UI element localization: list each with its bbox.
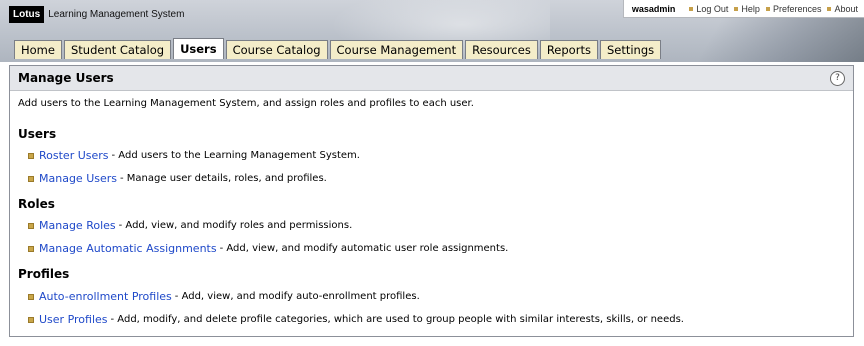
roster-users-link[interactable]: Roster Users bbox=[39, 149, 109, 162]
auto-enrollment-profiles-link[interactable]: Auto-enrollment Profiles bbox=[39, 290, 172, 303]
tab-course-catalog[interactable]: Course Catalog bbox=[225, 40, 328, 59]
list-item: Auto-enrollment Profiles - Add, view, an… bbox=[28, 290, 420, 303]
main-tabs: Home Student Catalog Users Course Catalo… bbox=[14, 38, 663, 59]
tab-settings[interactable]: Settings bbox=[599, 40, 662, 59]
item-description: - Add users to the Learning Management S… bbox=[111, 150, 360, 161]
intro-text: Add users to the Learning Management Sys… bbox=[18, 98, 474, 109]
preferences-link[interactable]: Preferences bbox=[765, 4, 821, 14]
bullet-icon bbox=[765, 6, 770, 11]
tab-home[interactable]: Home bbox=[14, 40, 62, 59]
username: wasadmin bbox=[631, 3, 676, 14]
section-heading-profiles: Profiles bbox=[18, 267, 70, 281]
list-item: Manage Automatic Assignments - Add, view… bbox=[28, 242, 508, 255]
tab-resources[interactable]: Resources bbox=[465, 40, 538, 59]
help-link[interactable]: Help bbox=[734, 4, 760, 14]
list-item: Manage Users - Manage user details, role… bbox=[28, 172, 327, 185]
section-heading-users: Users bbox=[18, 127, 57, 141]
bullet-icon bbox=[28, 293, 34, 300]
bullet-icon bbox=[734, 6, 739, 11]
manage-users-link[interactable]: Manage Users bbox=[39, 172, 117, 185]
panel-header: Manage Users ? bbox=[10, 66, 853, 91]
lotus-logo: Lotus bbox=[9, 5, 45, 23]
bullet-icon bbox=[28, 222, 34, 229]
bullet-icon bbox=[28, 175, 34, 182]
about-link[interactable]: About bbox=[827, 4, 858, 14]
bullet-icon bbox=[827, 6, 832, 11]
bullet-icon bbox=[28, 245, 34, 252]
bullet-icon bbox=[28, 316, 34, 323]
page-title: Manage Users bbox=[18, 71, 114, 85]
item-description: - Add, view, and modify roles and permis… bbox=[118, 220, 353, 231]
utility-bar: wasadmin Log Out Help Preferences About bbox=[622, 0, 864, 18]
app-name: Learning Management System bbox=[48, 8, 185, 20]
list-item: User Profiles - Add, modify, and delete … bbox=[28, 313, 684, 326]
help-icon[interactable]: ? bbox=[830, 70, 845, 86]
manage-roles-link[interactable]: Manage Roles bbox=[39, 219, 116, 232]
list-item: Roster Users - Add users to the Learning… bbox=[28, 149, 360, 162]
item-description: - Add, modify, and delete profile catego… bbox=[110, 314, 684, 325]
item-description: - Add, view, and modify automatic user r… bbox=[219, 243, 509, 254]
item-description: - Add, view, and modify auto-enrollment … bbox=[174, 291, 420, 302]
tab-users[interactable]: Users bbox=[173, 38, 224, 59]
bullet-icon bbox=[689, 6, 694, 11]
manage-automatic-assignments-link[interactable]: Manage Automatic Assignments bbox=[39, 242, 217, 255]
brand: Lotus Learning Management System bbox=[9, 5, 185, 23]
user-profiles-link[interactable]: User Profiles bbox=[39, 313, 108, 326]
logout-link[interactable]: Log Out bbox=[689, 4, 728, 14]
section-heading-roles: Roles bbox=[18, 197, 55, 211]
list-item: Manage Roles - Add, view, and modify rol… bbox=[28, 219, 352, 232]
bullet-icon bbox=[28, 152, 34, 159]
tab-reports[interactable]: Reports bbox=[539, 40, 598, 59]
item-description: - Manage user details, roles, and profil… bbox=[120, 173, 327, 184]
tab-student-catalog[interactable]: Student Catalog bbox=[63, 40, 172, 59]
tab-course-management[interactable]: Course Management bbox=[329, 40, 464, 59]
